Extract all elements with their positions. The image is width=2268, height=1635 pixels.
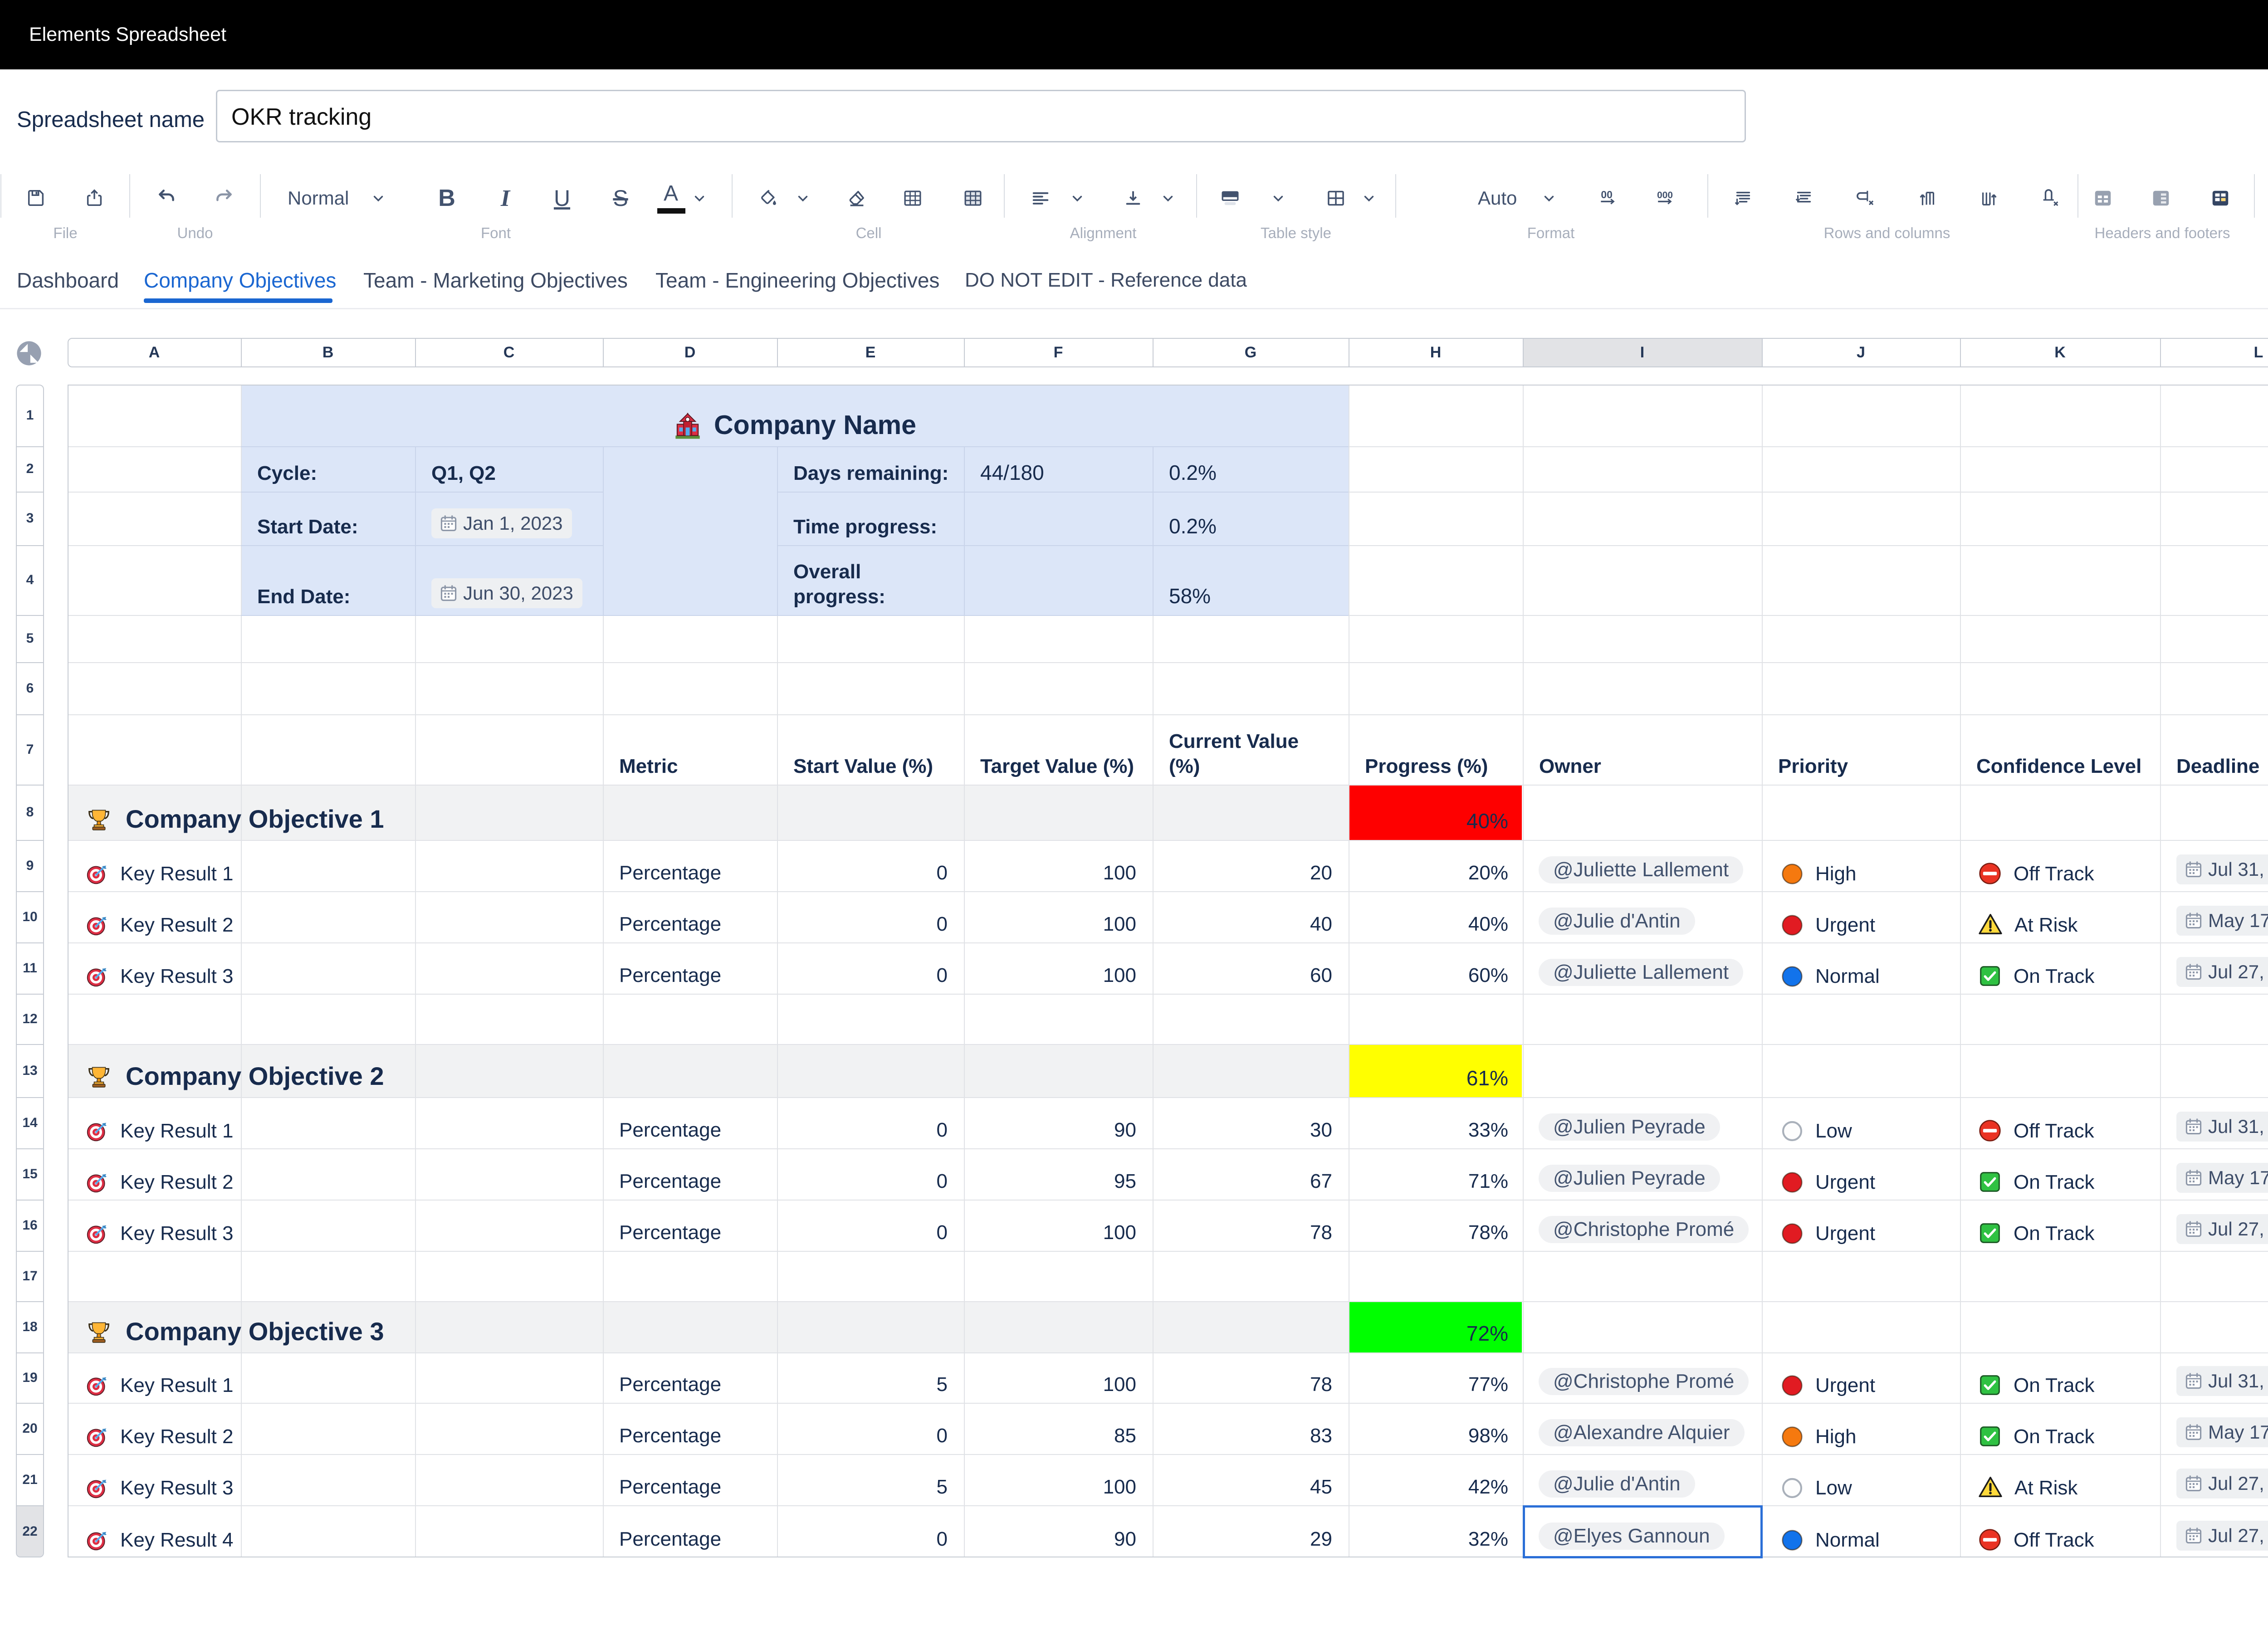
svg-text:00: 00 xyxy=(1601,189,1612,200)
svg-text:000: 000 xyxy=(1657,190,1673,200)
